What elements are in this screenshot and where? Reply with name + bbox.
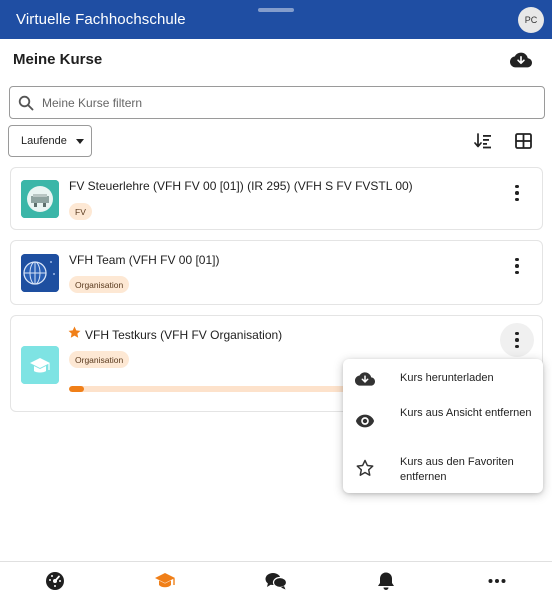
favorite-star-icon: [68, 326, 81, 338]
course-card[interactable]: VFH Team (VFH FV 00 [01]) Organisation: [10, 240, 543, 305]
menu-item-label: Kurs aus den Favoriten entfernen: [400, 456, 514, 483]
course-progress-bar: [69, 386, 359, 392]
eye-icon: [355, 414, 375, 428]
app-header: Virtuelle Fachhochschule PC: [0, 0, 552, 39]
course-options-menu: Kurs herunterladen Kurs aus Ansicht entf…: [343, 359, 543, 493]
nav-dashboard[interactable]: [43, 570, 67, 592]
page-title: Meine Kurse: [13, 51, 103, 68]
course-options-button[interactable]: [500, 176, 534, 210]
course-category-badge: Organisation: [69, 276, 130, 293]
course-card[interactable]: FV Steuerlehre (VFH FV 00 [01]) (IR 295)…: [10, 167, 543, 230]
nav-more[interactable]: [485, 570, 509, 592]
more-icon: [488, 579, 506, 583]
messages-icon: [265, 573, 287, 590]
sort-icon[interactable]: [474, 133, 492, 149]
more-vertical-icon: [515, 257, 519, 275]
course-image-art: [21, 180, 59, 218]
menu-item-hide[interactable]: Kurs aus Ansicht entfernen: [343, 399, 543, 443]
nav-notifications[interactable]: [374, 570, 398, 592]
course-category-badge: Organisation: [69, 351, 130, 368]
course-image: [21, 346, 59, 384]
nav-my-courses[interactable]: [153, 570, 177, 592]
app-title: Virtuelle Fachhochschule: [16, 11, 186, 28]
graduation-cap-icon: [21, 346, 59, 384]
more-vertical-icon: [515, 184, 519, 202]
cloud-download-icon: [355, 372, 375, 386]
notifications-icon: [378, 572, 394, 590]
user-avatar[interactable]: PC: [518, 7, 544, 33]
course-options-button[interactable]: [500, 249, 534, 283]
search-input[interactable]: [42, 95, 522, 110]
search-icon: [18, 95, 34, 110]
course-image-art: [21, 254, 59, 292]
menu-item-label: Kurs herunterladen: [400, 372, 494, 384]
graduation-cap-icon: [155, 573, 175, 588]
course-category-badge: FV: [69, 203, 92, 220]
page-title-bar: Meine Kurse: [0, 39, 552, 80]
course-options-button[interactable]: [500, 323, 534, 357]
drag-handle[interactable]: [258, 8, 294, 12]
status-filter-value: Laufende: [21, 135, 67, 147]
status-filter-select[interactable]: Laufende: [8, 125, 92, 157]
menu-item-download[interactable]: Kurs herunterladen: [343, 359, 543, 397]
cloud-download-icon[interactable]: [510, 51, 532, 69]
menu-item-label: Kurs aus Ansicht entfernen: [400, 407, 532, 419]
course-filter-search: [9, 86, 545, 119]
course-progress-fill: [69, 386, 84, 392]
course-title[interactable]: VFH Testkurs (VFH FV Organisation): [85, 328, 282, 342]
course-title[interactable]: VFH Team (VFH FV 00 [01]): [69, 253, 220, 267]
grid-view-icon[interactable]: [515, 133, 532, 149]
bottom-navigation: [0, 561, 552, 600]
course-image: [21, 254, 59, 292]
course-image: [21, 180, 59, 218]
course-title[interactable]: FV Steuerlehre (VFH FV 00 [01]) (IR 295)…: [69, 179, 413, 193]
star-outline-icon: [356, 459, 374, 476]
more-vertical-icon: [515, 331, 519, 349]
chevron-down-icon: [75, 138, 84, 144]
menu-item-unfavorite[interactable]: Kurs aus den Favoriten entfernen: [343, 447, 543, 491]
dashboard-icon: [46, 572, 64, 590]
nav-messages[interactable]: [264, 570, 288, 592]
app: Virtuelle Fachhochschule PC Meine Kurse …: [0, 0, 552, 600]
